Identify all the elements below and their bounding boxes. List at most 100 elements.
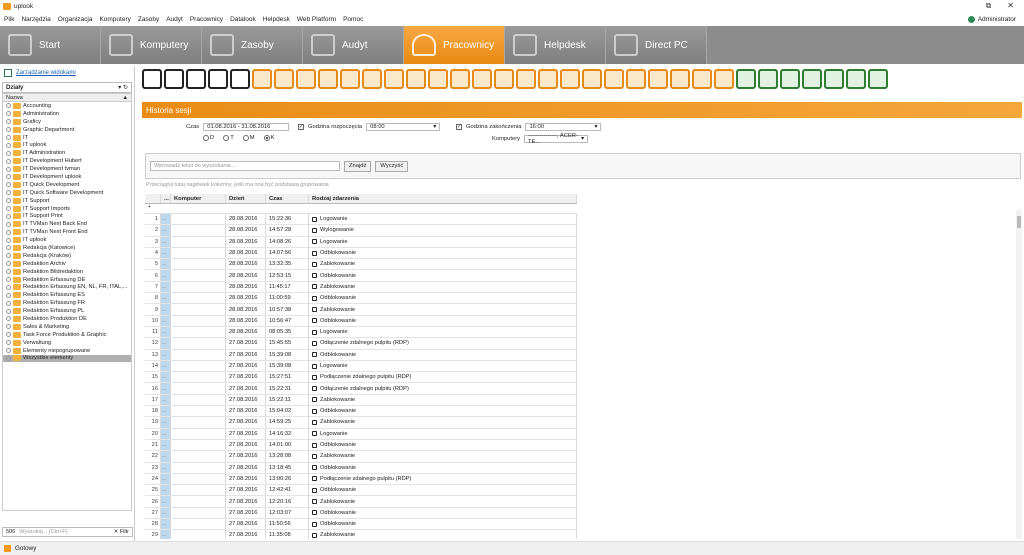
table-row[interactable]: 26... 27.08.2016 12:20:16 Zablokowanie <box>145 496 577 508</box>
panel-splitter[interactable] <box>135 66 140 541</box>
menu-item[interactable]: Organizacja <box>58 16 93 23</box>
nav-tab[interactable]: Pracownicy <box>404 26 505 64</box>
radio-dot[interactable] <box>203 135 209 141</box>
user-calendar-icon[interactable] <box>428 69 448 89</box>
window-icon[interactable] <box>538 69 558 89</box>
usb-icon[interactable] <box>780 69 800 89</box>
tree-item[interactable]: Redakcja (Katowice) <box>3 244 131 252</box>
table-row[interactable]: 11... 28.08.2016 08:05:35 Logowanie <box>145 326 577 339</box>
expand-icon[interactable] <box>6 221 11 227</box>
menu-item[interactable]: Helpdesk <box>263 16 290 23</box>
counter-icon[interactable] <box>582 69 602 89</box>
tree-item[interactable]: IT Support Imports <box>3 205 131 213</box>
monitor-clock-icon[interactable] <box>516 69 536 89</box>
expand-icon[interactable] <box>6 198 11 204</box>
expand-icon[interactable] <box>6 127 11 133</box>
expand-icon[interactable] <box>6 245 11 251</box>
expand-icon[interactable] <box>6 261 11 267</box>
row-more[interactable]: ... <box>161 360 171 372</box>
tree-item[interactable]: IT Development uplook <box>3 173 131 181</box>
row-more[interactable]: ... <box>161 473 171 485</box>
chevron-down-icon[interactable]: ▾ <box>595 124 598 130</box>
tree-header[interactable]: Nazwa ▲ <box>2 93 132 102</box>
tree-item[interactable]: IT Quick Software Development <box>3 189 131 197</box>
tree-item[interactable]: Wszystkie elementy <box>3 354 131 363</box>
tree-item[interactable]: Graficy <box>3 118 131 126</box>
calendar-icon[interactable] <box>450 69 470 89</box>
menu-item[interactable]: Web Platform <box>297 16 336 23</box>
monitor-user-icon[interactable] <box>494 69 514 89</box>
tree-item[interactable]: IT TVMan Next Front End <box>3 228 131 236</box>
user-chart2-icon[interactable] <box>648 69 668 89</box>
table-row[interactable]: 14... 27.08.2016 15:39:08 Logowanie <box>145 360 577 373</box>
users-icon[interactable] <box>252 69 272 89</box>
tree-item[interactable]: Redaktion Erfassung EN, NL, FR, ITAL,... <box>3 283 131 291</box>
table-row[interactable]: 20... 27.08.2016 14:16:32 Logowanie <box>145 428 577 440</box>
table-row[interactable]: 7... 28.08.2016 11:45:17 Zablokowanie <box>145 281 577 294</box>
tree-item[interactable]: Redaktion Erfassung ES <box>3 291 131 299</box>
expand-icon[interactable] <box>6 269 11 275</box>
table-row[interactable]: 23... 27.08.2016 13:18:45 Odblokowanie <box>145 462 577 474</box>
period-radio[interactable]: M <box>242 135 255 141</box>
end-time-field[interactable]: 16:00 ▾ <box>525 123 602 131</box>
start-time-field[interactable]: 08:00 ▾ <box>366 123 441 131</box>
row-more[interactable]: ... <box>161 247 171 259</box>
nav-tab[interactable]: Start <box>0 26 101 64</box>
table-row[interactable]: 16... 27.08.2016 15:22:31 Odłączenie zdalne… <box>145 383 577 395</box>
expand-icon[interactable] <box>6 316 11 322</box>
filter-button[interactable]: ✕ Filtr <box>114 529 129 535</box>
network-speed-icon[interactable] <box>758 69 778 89</box>
row-more[interactable]: ... <box>161 293 171 304</box>
home-icon[interactable] <box>142 69 162 89</box>
expand-icon[interactable] <box>6 340 11 346</box>
tree-search[interactable]: 506 Wyszukaj... (Ctrl+F) ✕ Filtr <box>2 527 133 537</box>
tree-item[interactable]: IT uplook <box>3 141 131 149</box>
grid-scrollbar[interactable] <box>1016 210 1022 539</box>
expand-icon[interactable] <box>6 142 11 148</box>
scrollbar-thumb[interactable] <box>1017 216 1021 228</box>
row-more[interactable]: ... <box>161 462 171 473</box>
row-more[interactable]: ... <box>161 507 171 519</box>
menu-item[interactable]: Narzędzia <box>21 16 50 23</box>
column-header-computer[interactable]: Komputer <box>171 194 226 203</box>
tree-item[interactable]: Redaktion Erfassung PL <box>3 307 131 315</box>
expand-icon[interactable] <box>6 182 11 188</box>
column-header-more[interactable]: ... <box>161 194 171 203</box>
user-attach-icon[interactable] <box>274 69 294 89</box>
table-row[interactable]: 19... 27.08.2016 14:59:25 Zablokowanie <box>145 417 577 429</box>
tree-item[interactable]: Task Force Produktion & Graphic <box>3 331 131 339</box>
tree-item[interactable]: Redaktion Erfassung DE <box>3 276 131 284</box>
tree-item[interactable]: Redaktion Bildredaktion <box>3 268 131 276</box>
find-button[interactable]: Znajdź <box>344 160 372 172</box>
table-row[interactable]: 24... 27.08.2016 13:00:26 Podłączenie zdaln… <box>145 473 577 486</box>
print-icon[interactable] <box>230 69 250 89</box>
row-more[interactable]: ... <box>161 417 171 428</box>
signal-icon[interactable] <box>626 69 646 89</box>
row-more[interactable]: ... <box>161 519 171 530</box>
table-row[interactable]: 29... 27.08.2016 11:35:08 Zablokowanie <box>145 530 577 539</box>
search-input[interactable]: Wprowadź tekst do wyszukania ... <box>150 161 340 171</box>
cursor-icon[interactable] <box>560 69 580 89</box>
computers-field[interactable]: ---------------, ACER-TE... ▾ <box>524 133 589 145</box>
printer-icon[interactable] <box>670 69 690 89</box>
row-more[interactable]: ... <box>161 485 171 496</box>
expand-icon[interactable] <box>6 300 11 306</box>
radio-dot[interactable] <box>263 135 270 141</box>
table-row[interactable]: 8... 28.08.2016 11:00:59 Odblokowanie <box>145 293 577 305</box>
row-more[interactable]: ... <box>161 270 171 281</box>
table-row[interactable]: 4... 28.08.2016 14:07:56 Odblokowanie <box>145 247 577 260</box>
tree-item[interactable]: Redaktion Erfassung FR <box>3 299 131 307</box>
expand-icon[interactable] <box>6 277 11 283</box>
table-row[interactable]: 2... 28.08.2016 14:57:28 Wylogowanie <box>145 225 577 237</box>
tree-item[interactable]: Accounting <box>3 102 131 110</box>
manage-views[interactable]: Zarządzanie widokami <box>0 66 134 80</box>
expand-icon[interactable] <box>6 190 11 196</box>
row-more[interactable]: ... <box>161 338 171 349</box>
table-row[interactable]: 3... 28.08.2016 14:08:26 Logowanie <box>145 236 577 248</box>
expand-icon[interactable] <box>6 332 11 338</box>
table-row[interactable]: 27... 27.08.2016 12:03:07 Odblokowanie <box>145 507 577 520</box>
row-more[interactable]: ... <box>161 326 171 338</box>
row-more[interactable]: ... <box>161 530 171 539</box>
period-radio[interactable]: K <box>263 135 274 141</box>
table-row[interactable]: 9... 28.08.2016 10:57:38 Zablokowanie <box>145 304 577 316</box>
